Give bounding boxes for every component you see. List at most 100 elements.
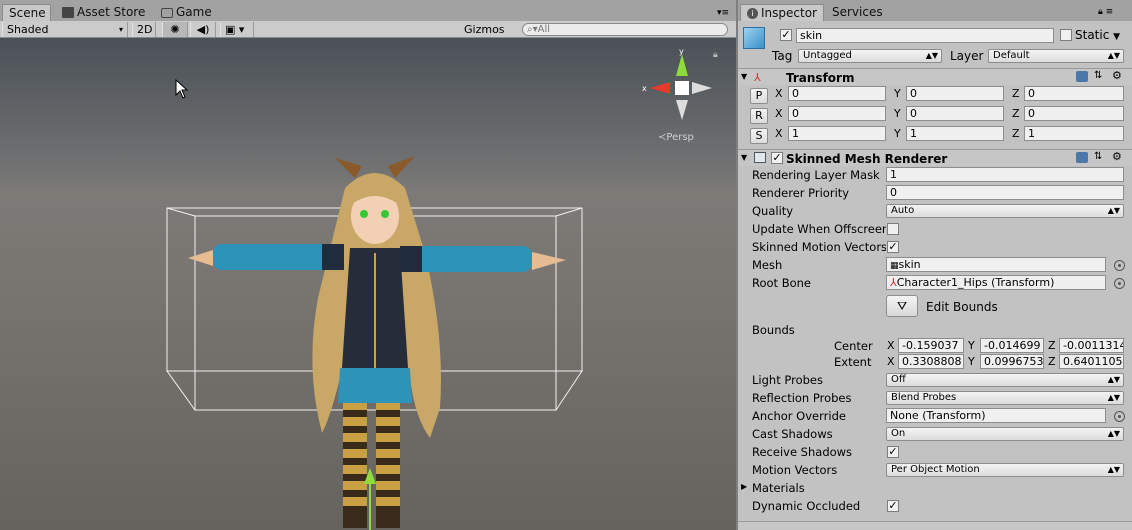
renderer-enabled-checkbox[interactable]: ✓ [771,152,783,164]
root-bone-label: Root Bone [752,276,811,290]
transform-icon: ⅄ [754,71,761,84]
tab-game[interactable]: Game [155,4,223,21]
static-checkbox[interactable] [1060,29,1072,41]
gizmos-dropdown[interactable]: Gizmos ▾ [460,22,514,50]
scene-render [166,156,583,530]
materials-row[interactable]: ▶ Materials [738,479,1132,497]
transform-row-scale: S X 1 Y 1 Z 1 [738,125,1132,144]
tab-services-label: Services [832,5,883,19]
tab-scene[interactable]: Scene [2,4,51,21]
skinned-mesh-renderer-header[interactable]: ▼ ✓ Skinned Mesh Renderer ⇅ ⚙ [738,149,1132,166]
help-icon[interactable] [1076,71,1088,82]
transform-header[interactable]: ▼ ⅄ Transform ⇅ ⚙ [738,68,1132,85]
next-component-header[interactable] [738,521,1132,530]
object-name-field[interactable]: skin [796,28,1054,43]
edit-bounds-button[interactable]: ⛛ [886,295,918,317]
2d-toggle[interactable]: 2D [132,22,156,37]
orientation-gizmo[interactable]: y x ≺Persp [640,47,720,143]
lighting-toggle-icon[interactable]: ✺ [162,22,188,37]
rotation-x-field[interactable]: 0 [788,106,886,121]
active-checkbox[interactable]: ✓ [780,29,792,41]
rotation-y-field[interactable]: 0 [906,106,1004,121]
light-probes-row: Light Probes Off ▲▼ [738,371,1132,389]
rotation-z-field[interactable]: 0 [1024,106,1124,121]
dynamic-occluded-checkbox[interactable]: ✓ [887,500,899,512]
viewport-lock-icon[interactable]: 🔒︎ [713,50,718,60]
character-shorts [338,368,412,403]
object-picker-icon[interactable] [1114,260,1125,271]
extent-label: Extent [834,355,872,369]
position-x-field[interactable]: 0 [788,86,886,101]
object-picker-icon[interactable] [1114,411,1125,422]
preset-icon[interactable]: ⇅ [1094,70,1102,81]
character-legs [343,403,400,528]
axis-x-label: X [775,107,783,120]
center-y-field[interactable]: -0.014699 [980,338,1044,353]
materials-label: Materials [752,481,805,495]
scene-panel-menu-icon[interactable]: ▾≡ [717,8,729,18]
motion-vectors-label: Motion Vectors [752,463,838,477]
static-label[interactable]: Static ▼ [1075,28,1120,42]
skinned-motion-vectors-checkbox[interactable]: ✓ [887,241,899,253]
character-left-eye [360,210,368,218]
light-probes-dropdown[interactable]: Off ▲▼ [886,373,1124,387]
tab-scene-label: Scene [9,5,46,20]
tag-dropdown[interactable]: Untagged ▲▼ [798,49,942,63]
help-icon[interactable] [1076,152,1088,163]
cast-shadows-dropdown[interactable]: On ▲▼ [886,427,1124,441]
rendering-layer-mask-field[interactable]: 1 [886,167,1124,182]
preset-icon[interactable]: ⇅ [1094,151,1102,162]
scale-y-field[interactable]: 1 [906,126,1004,141]
update-offscreen-checkbox[interactable] [887,223,899,235]
mesh-row: Mesh ▦skin [738,256,1132,274]
scene-search-input[interactable]: ⌕▾All [522,23,728,36]
effects-dropdown-icon[interactable]: ▣ ▾ [220,22,254,37]
root-bone-field[interactable]: ⅄Character1_Hips (Transform) [886,275,1106,290]
audio-toggle-icon[interactable]: ◀) [190,22,216,37]
position-z-field[interactable]: 0 [1024,86,1124,101]
character-right-eye [381,210,389,218]
layer-dropdown[interactable]: Default ▲▼ [988,49,1124,63]
mesh-field[interactable]: ▦skin [886,257,1106,272]
dynamic-occluded-label: Dynamic Occluded [752,499,861,513]
gear-icon[interactable]: ⚙ [1112,69,1122,82]
tab-services[interactable]: Services [826,4,896,21]
scale-button[interactable]: S [750,128,768,144]
extent-y-field[interactable]: 0.0996753 [980,354,1044,369]
position-button[interactable]: P [750,88,768,104]
center-z-field[interactable]: -0.0011314 [1059,338,1124,353]
smr-title: Skinned Mesh Renderer [786,152,948,166]
svg-text:y: y [679,48,684,56]
center-x-field[interactable]: -0.159037 [898,338,964,353]
renderer-priority-field[interactable]: 0 [886,185,1124,200]
anchor-override-row: Anchor Override None (Transform) [738,407,1132,425]
position-y-field[interactable]: 0 [906,86,1004,101]
static-dropdown-icon: ▼ [1113,32,1121,42]
tab-asset-store[interactable]: Asset Store [56,4,150,21]
rotation-button[interactable]: R [750,108,768,124]
shading-dropdown[interactable]: Shaded ▾ [2,22,128,37]
quality-dropdown[interactable]: Auto ▲▼ [886,204,1124,218]
bounds-tool-icon: ⛛ [896,299,908,313]
extent-z-field[interactable]: 0.6401105 [1059,354,1124,369]
anchor-override-field[interactable]: None (Transform) [886,408,1106,423]
object-picker-icon[interactable] [1114,278,1125,289]
scene-viewport[interactable]: y x ≺Persp 🔒︎ [0,38,736,530]
receive-shadows-checkbox[interactable]: ✓ [887,446,899,458]
transform-row-rotation: R X 0 Y 0 Z 0 [738,105,1132,124]
tab-inspector[interactable]: i Inspector [740,4,824,21]
cast-shadows-label: Cast Shadows [752,427,833,441]
gear-icon[interactable]: ⚙ [1112,150,1122,163]
renderer-icon [754,152,766,163]
reflection-probes-dropdown[interactable]: Blend Probes ▲▼ [886,391,1124,405]
persp-label[interactable]: ≺Persp [658,132,694,143]
extent-x-field[interactable]: 0.3308808 [898,354,964,369]
motion-vectors-dropdown[interactable]: Per Object Motion ▲▼ [886,463,1124,477]
axis-x-label: X [775,87,783,100]
inspector-lock-icon[interactable]: 🔒︎ ≡ [1098,7,1113,17]
root-bone-row: Root Bone ⅄Character1_Hips (Transform) [738,274,1132,292]
scale-z-field[interactable]: 1 [1024,126,1124,141]
layer-label: Layer [950,49,984,63]
axis-x-label: X [775,127,783,140]
scale-x-field[interactable]: 1 [788,126,886,141]
